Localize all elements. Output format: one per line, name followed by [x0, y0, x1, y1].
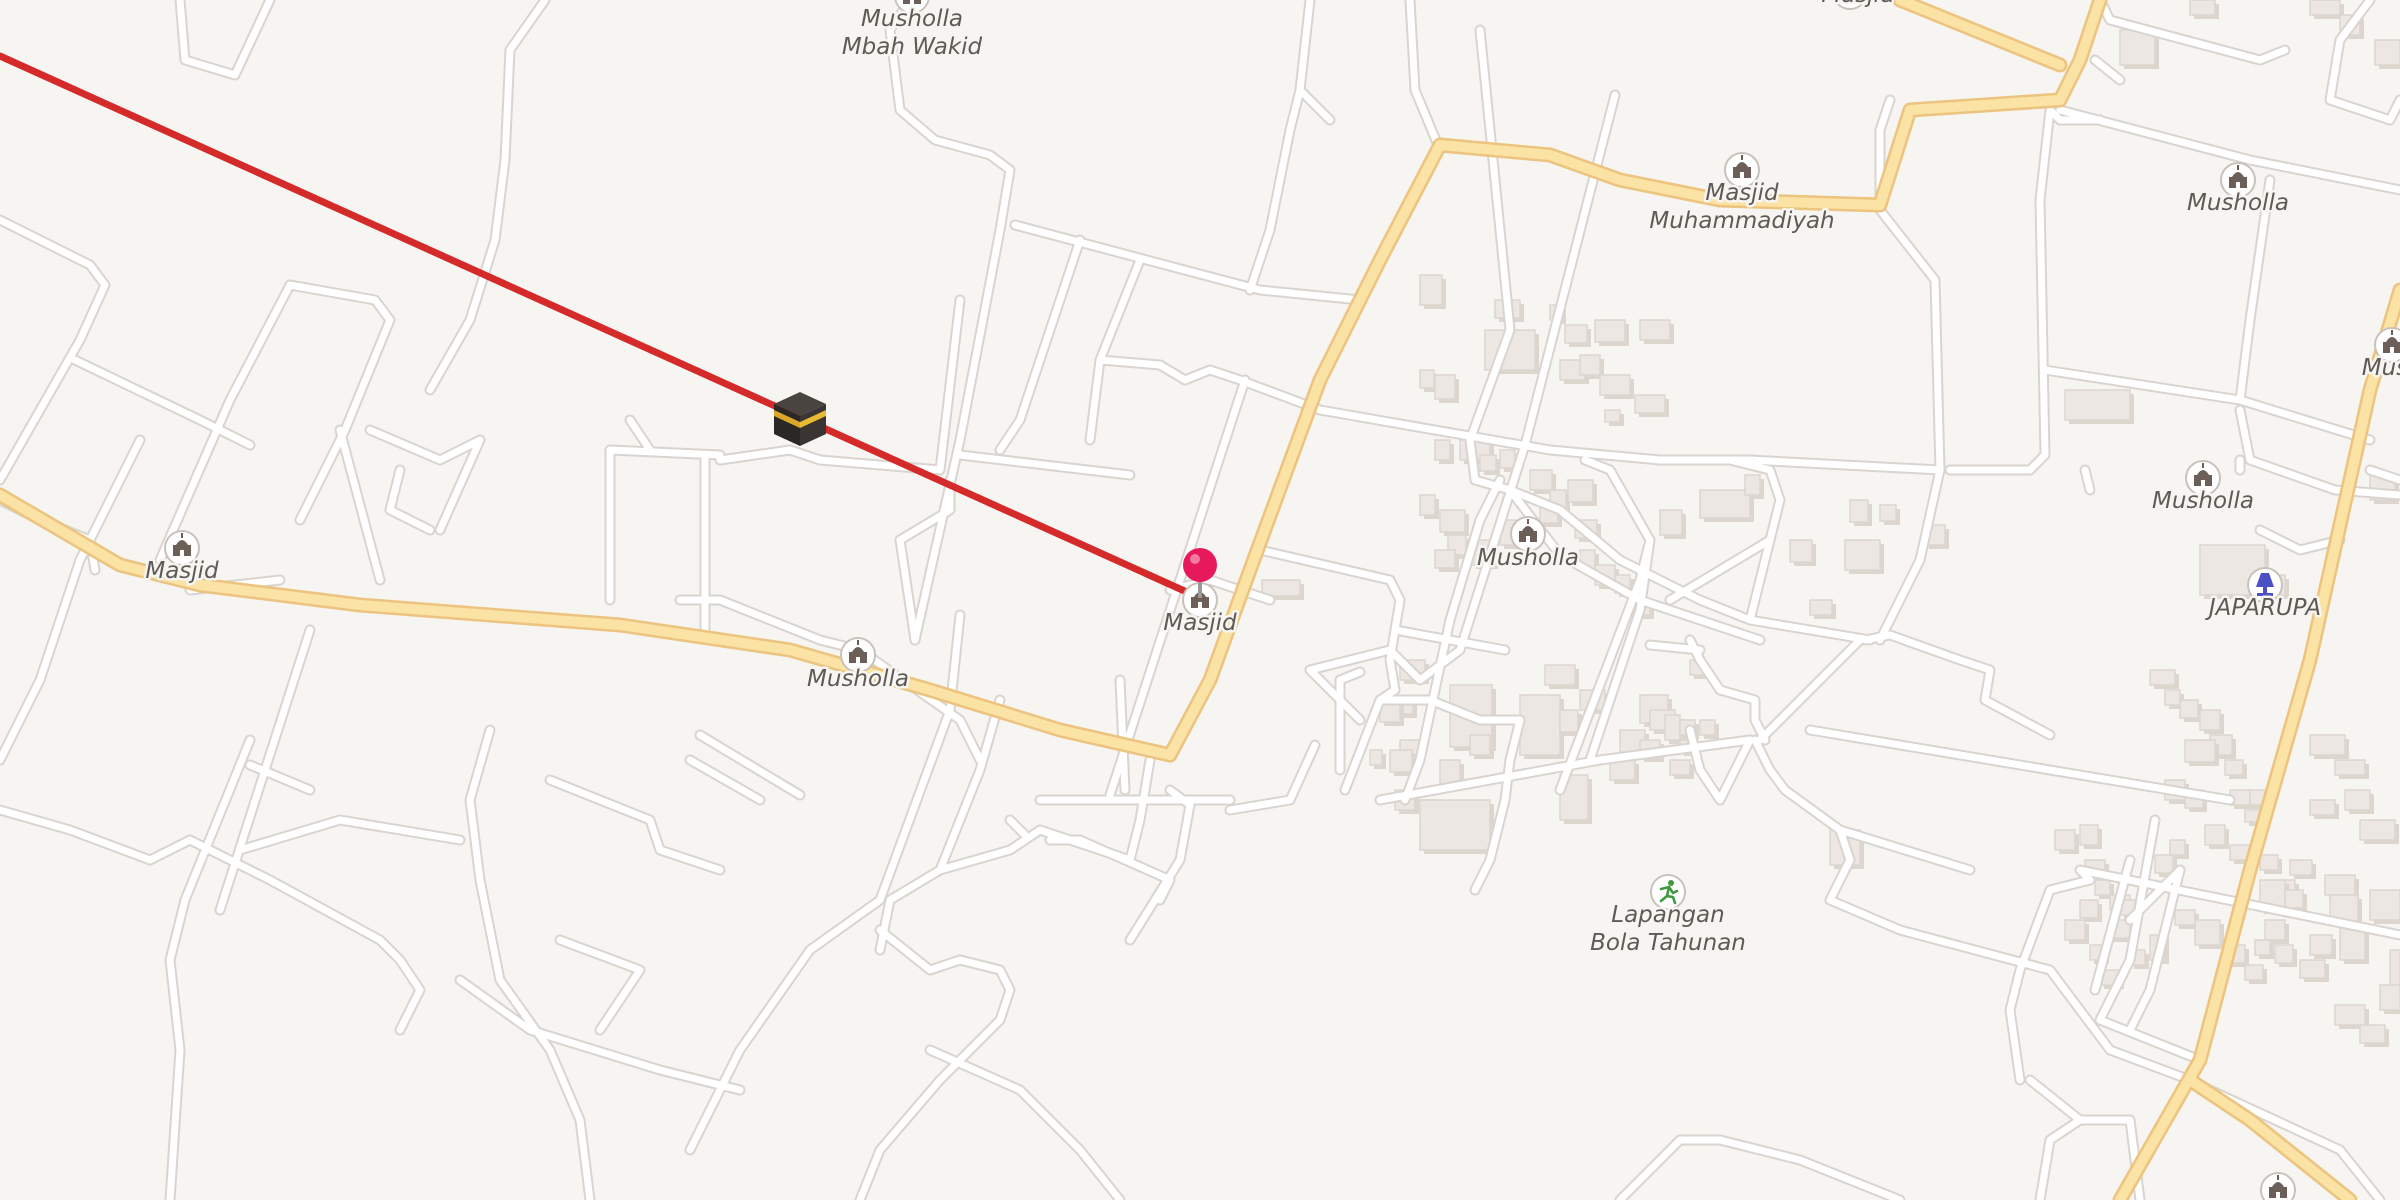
building — [2244, 964, 2264, 981]
poi-label: Masjid — [1705, 180, 1779, 206]
building — [1744, 474, 1761, 496]
building — [1419, 799, 1491, 851]
building — [1789, 539, 1813, 563]
building — [1559, 709, 1579, 733]
building — [2369, 889, 2400, 921]
building — [1369, 749, 1383, 766]
building — [2194, 919, 2221, 946]
building — [1634, 394, 1666, 414]
poi-label: Masjid — [1163, 610, 1237, 636]
building — [2174, 909, 2196, 926]
building — [2184, 739, 2216, 763]
building — [1499, 449, 1516, 469]
poi-label: Masjid — [1821, 0, 1895, 8]
building — [2309, 799, 2336, 816]
poi-label: Mus — [2362, 355, 2400, 381]
building — [1519, 694, 1561, 756]
building — [2379, 984, 2400, 1011]
building — [1389, 749, 1413, 773]
building — [1567, 479, 1594, 503]
building — [1809, 599, 1833, 616]
minor-road — [2081, 466, 2094, 494]
poi-label: Musholla — [2187, 190, 2289, 216]
building — [2079, 824, 2099, 846]
building — [1419, 494, 1436, 516]
poi-label: Musholla — [861, 6, 963, 32]
building — [1434, 439, 1451, 461]
building — [1604, 409, 1621, 423]
building — [1669, 759, 1691, 776]
map-canvas[interactable]: MushollaMbah WakidMasjidMasjidMuhammadiy… — [0, 0, 2400, 1200]
building — [1594, 319, 1626, 343]
building — [1659, 509, 1683, 536]
building — [2204, 824, 2226, 846]
building — [2169, 839, 2186, 856]
building — [2064, 919, 2086, 941]
building — [1439, 509, 1466, 533]
building — [2309, 734, 2346, 756]
building — [1479, 454, 1497, 472]
building — [2389, 949, 2400, 986]
building — [1434, 549, 1456, 569]
building — [2149, 669, 2176, 686]
building — [2154, 854, 2174, 874]
building — [2094, 879, 2111, 896]
building — [2299, 959, 2326, 979]
building — [1639, 319, 1671, 341]
poi-label: Musholla — [2152, 488, 2254, 514]
building — [2254, 939, 2271, 956]
building — [1419, 274, 1443, 306]
building — [1849, 499, 1869, 523]
building — [2189, 0, 2216, 16]
poi-label: Mbah Wakid — [842, 34, 983, 60]
building — [2289, 859, 2313, 876]
building — [1699, 489, 1751, 519]
poi-label: Bola Tahunan — [1590, 930, 1746, 956]
building — [1529, 469, 1553, 491]
building — [2309, 0, 2341, 16]
minor-road — [1646, 641, 1704, 654]
building — [2079, 899, 2099, 919]
building — [1879, 504, 1897, 522]
building — [1419, 369, 1435, 389]
building — [2374, 39, 2400, 66]
mosque-icon — [2260, 1172, 2296, 1200]
building — [2359, 1024, 2386, 1044]
poi-label: Muhammadiyah — [1649, 208, 1834, 234]
building — [2179, 699, 2199, 719]
building — [1664, 714, 1681, 741]
building — [2324, 874, 2356, 896]
building — [1599, 374, 1631, 396]
building — [1844, 539, 1881, 571]
building — [2259, 854, 2279, 871]
building — [1579, 354, 1601, 376]
poi-label: JAPARUPA — [2205, 595, 2321, 621]
poi-mosque[interactable]: Masjid — [1819, 0, 1898, 11]
building — [2344, 789, 2371, 811]
building — [1564, 324, 1588, 344]
building — [2284, 889, 2304, 909]
building — [2334, 759, 2366, 776]
poi-label: Lapangan — [1611, 902, 1724, 928]
poi-mosque[interactable]: MushollaMbah Wakid — [839, 0, 985, 63]
poi-label: Masjid — [145, 558, 219, 584]
poi-label: Musholla — [1477, 545, 1579, 571]
minor-road — [1116, 676, 1129, 794]
building — [1699, 719, 1716, 736]
building — [2274, 944, 2294, 964]
building — [2264, 919, 2286, 941]
building — [2199, 709, 2221, 731]
poi-label: Musholla — [807, 666, 909, 692]
building — [2054, 829, 2076, 851]
building — [1544, 664, 1576, 686]
building — [2064, 389, 2131, 421]
building — [2224, 759, 2244, 776]
building — [1469, 734, 1491, 756]
building — [2359, 819, 2396, 841]
building — [2309, 934, 2333, 956]
building — [2334, 1004, 2366, 1026]
building — [1434, 374, 1456, 400]
building — [2164, 689, 2181, 706]
